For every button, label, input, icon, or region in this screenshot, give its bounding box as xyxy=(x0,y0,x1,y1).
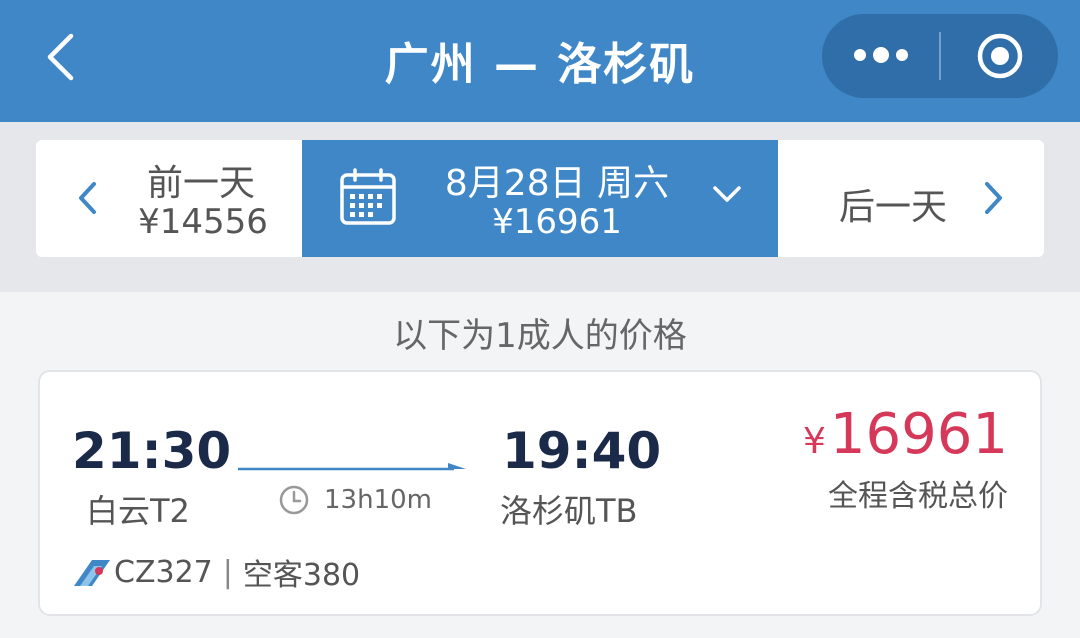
price-block: ¥ 16961 全程含税总价 xyxy=(803,402,1008,515)
close-mini-program-button[interactable] xyxy=(941,14,1058,98)
arrival-time: 19:40 xyxy=(502,422,662,480)
current-date-label: 8月28日 周六 xyxy=(444,163,670,204)
price-value: 16961 xyxy=(829,402,1008,467)
price-currency: ¥ xyxy=(802,421,826,462)
route-arrow-icon xyxy=(238,463,466,471)
target-circle-icon xyxy=(977,33,1022,79)
flight-info: CZ327 | 空客380 xyxy=(72,550,360,594)
departure-airport: 白云T2 xyxy=(86,492,190,530)
more-button[interactable] xyxy=(822,14,939,98)
price-amount: ¥ 16961 xyxy=(803,402,1008,467)
flight-duration: 13h10m xyxy=(278,484,432,516)
chevron-down-icon xyxy=(713,186,741,202)
previous-day-button[interactable]: 前一天 ¥14556 xyxy=(36,140,302,257)
china-southern-logo-icon xyxy=(74,560,110,586)
next-day-button[interactable]: 后一天 xyxy=(778,140,1044,257)
current-date-dropdown[interactable]: 8月28日 周六 ¥16961 xyxy=(302,140,778,257)
date-selector: 前一天 ¥14556 8月28日 周六 ¥16961 后一天 xyxy=(36,140,1044,257)
next-day-label: 后一天 xyxy=(838,187,947,228)
departure-time: 21:30 xyxy=(72,422,232,480)
clock-icon xyxy=(279,485,309,515)
price-note-banner: 以下为1成人的价格 xyxy=(393,316,687,356)
price-description: 全程含税总价 xyxy=(828,479,1008,514)
current-date-price: ¥16961 xyxy=(492,202,622,242)
duration-text: 13h10m xyxy=(324,485,432,515)
flight-card[interactable]: 21:30 白云T2 13h10m 19:40 洛杉矶TB ¥ 16961 全程… xyxy=(38,370,1042,616)
aircraft-type: 空客380 xyxy=(242,558,361,593)
calendar-icon xyxy=(340,168,396,225)
arrival-airport: 洛杉矶TB xyxy=(500,492,638,530)
flight-info-separator: | xyxy=(222,554,233,590)
flight-number: CZ327 xyxy=(114,554,213,590)
mini-program-capsule xyxy=(822,14,1058,98)
more-dots-icon xyxy=(853,47,908,63)
chevron-right-icon xyxy=(985,182,1002,214)
previous-day-label: 前一天 xyxy=(146,163,255,204)
chevron-left-icon xyxy=(79,182,96,214)
previous-day-price: ¥14556 xyxy=(138,202,268,242)
top-nav-bar: 广州 — 洛杉矶 xyxy=(0,0,1080,122)
